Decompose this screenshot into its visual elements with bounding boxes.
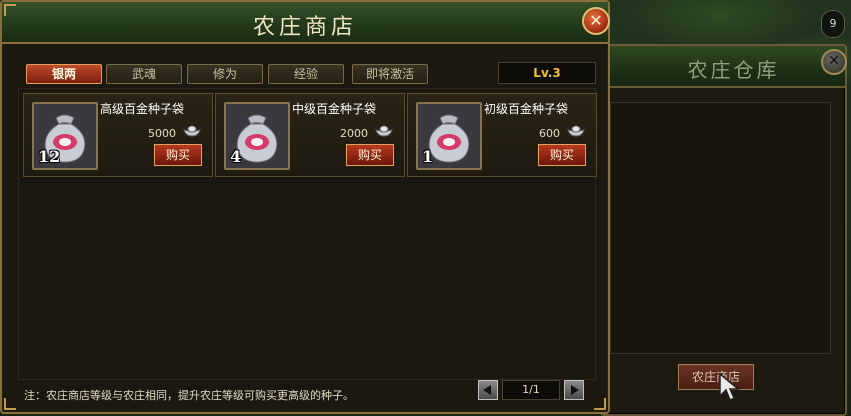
item-quantity: 1 — [422, 147, 434, 166]
item-name: 高级百金种子袋 — [100, 102, 185, 116]
silver-ingot-icon — [567, 125, 585, 137]
shop-close-icon[interactable]: ✕ — [582, 7, 610, 35]
corner-counter: 9 — [821, 10, 845, 38]
next-page-button[interactable] — [564, 380, 584, 400]
warehouse-titlebar: 农庄仓库 — [602, 46, 845, 88]
page-indicator: 1/1 — [502, 380, 560, 400]
item-price: 2000 — [340, 127, 368, 140]
item-name: 初级百金种子袋 — [484, 102, 569, 116]
farm-shop-window: 农庄商店 银两 武魂 修为 经验 即将激活 Lv.3 12 高级百金种子袋 50… — [0, 0, 610, 414]
warehouse-storage-area — [610, 102, 831, 354]
item-price: 5000 — [148, 127, 176, 140]
item-price: 600 — [539, 127, 560, 140]
tab-war-soul[interactable]: 武魂 — [106, 64, 182, 84]
seed-bag-icon[interactable]: 1 — [416, 102, 482, 170]
shop-titlebar: 农庄商店 — [2, 2, 608, 44]
warehouse-window: 农庄仓库 ✕ 农庄商店 — [600, 44, 847, 416]
tab-cultivation[interactable]: 修为 — [187, 64, 263, 84]
farm-shop-button[interactable]: 农庄商店 — [678, 364, 754, 390]
seed-bag-icon[interactable]: 4 — [224, 102, 290, 170]
silver-ingot-icon — [375, 125, 393, 137]
shop-body: 银两 武魂 修为 经验 即将激活 Lv.3 12 高级百金种子袋 5000 购买… — [12, 58, 598, 406]
buy-button[interactable]: 购买 — [538, 144, 586, 166]
buy-button[interactable]: 购买 — [154, 144, 202, 166]
shop-item-card: 4 中级百金种子袋 2000 购买 — [215, 93, 405, 177]
shop-item-card: 12 高级百金种子袋 5000 购买 — [23, 93, 213, 177]
item-quantity: 4 — [230, 147, 242, 166]
shop-title: 农庄商店 — [252, 15, 357, 40]
warehouse-close-icon[interactable]: ✕ — [821, 49, 847, 75]
tab-coming-soon[interactable]: 即将激活 — [352, 64, 428, 84]
tab-experience[interactable]: 经验 — [268, 64, 344, 84]
shop-note: 注：农庄商店等级与农庄相同，提升农庄等级可购买更高级的种子。 — [24, 389, 354, 402]
shop-item-card: 1 初级百金种子袋 600 购买 — [407, 93, 597, 177]
tab-silver[interactable]: 银两 — [26, 64, 102, 84]
shop-level-badge: Lv.3 — [498, 62, 596, 84]
frame-corner-ornament — [4, 4, 16, 16]
shop-item-grid: 12 高级百金种子袋 5000 购买 4 中级百金种子袋 2000 购买 1 初… — [18, 88, 597, 380]
item-name: 中级百金种子袋 — [292, 102, 377, 116]
mouse-pointer-icon — [719, 372, 741, 402]
prev-page-button[interactable] — [478, 380, 498, 400]
warehouse-title: 农庄仓库 — [687, 58, 780, 82]
seed-bag-icon[interactable]: 12 — [32, 102, 98, 170]
item-quantity: 12 — [38, 147, 61, 166]
silver-ingot-icon — [183, 125, 201, 137]
buy-button[interactable]: 购买 — [346, 144, 394, 166]
